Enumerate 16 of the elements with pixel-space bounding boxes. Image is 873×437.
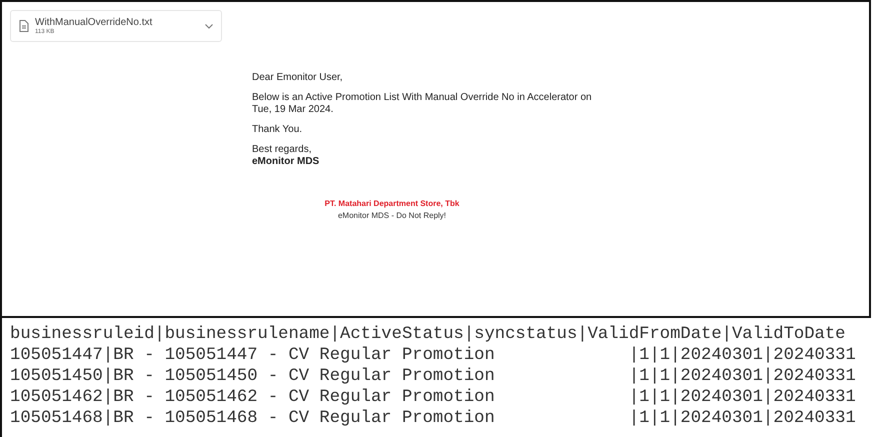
document-icon xyxy=(19,20,29,32)
text-line: 105051447|BR - 105051447 - CV Regular Promotion |1|1|20240301|20240331 xyxy=(10,345,857,366)
chevron-down-icon[interactable] xyxy=(205,24,213,28)
body-text: Below is an Active Promotion List With Manual Override No in Accelerator on xyxy=(252,92,593,104)
file-name: WithManualOverrideNo.txt xyxy=(35,16,154,28)
text-line: 105051468|BR - 105051468 - CV Regular Promotion |1|1|20240301|20240331 xyxy=(10,408,857,429)
text-line: 105051450|BR - 105051450 - CV Regular Promotion |1|1|20240301|20240331 xyxy=(10,366,857,387)
body-text: Tue, 19 Mar 2024. xyxy=(252,104,334,116)
thanks-text: Thank You. xyxy=(252,124,304,136)
greeting-text: Dear Emonitor User, xyxy=(252,72,344,84)
footer-company: PT. Matahari Department Store, Tbk xyxy=(324,198,460,210)
footer-note: eMonitor MDS - Do Not Reply! xyxy=(336,210,448,222)
sender-name: eMonitor MDS xyxy=(252,156,320,168)
closing-text: Best regards, xyxy=(252,144,312,156)
text-line: 105051462|BR - 105051462 - CV Regular Promotion |1|1|20240301|20240331 xyxy=(10,387,857,408)
text-line: businessruleid|businessrulename|ActiveStatus|syncstatus|ValidFromDate|ValidToDate xyxy=(10,324,846,345)
